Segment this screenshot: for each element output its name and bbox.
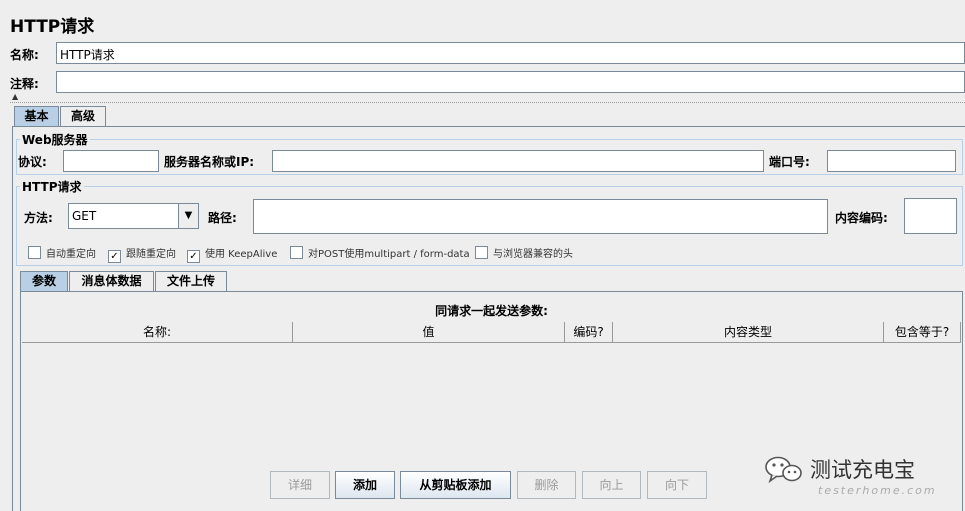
comment-field[interactable]	[56, 71, 965, 93]
parameters-caption: 同请求一起发送参数:	[435, 304, 548, 318]
column-header-content-type[interactable]: 内容类型	[613, 322, 884, 343]
path-label: 路径:	[208, 211, 237, 225]
checkbox-box	[475, 246, 488, 259]
keepalive-checkbox[interactable]: ✓ 使用 KeepAlive	[187, 245, 277, 263]
multipart-checkbox[interactable]: 对POST使用multipart / form-data	[290, 245, 470, 260]
check-icon: ✓	[108, 250, 121, 263]
tab-parameters[interactable]: 参数	[20, 271, 68, 291]
checkbox-box	[28, 246, 41, 259]
tab-body-data[interactable]: 消息体数据	[69, 271, 154, 291]
web-server-title: Web服务器	[20, 131, 90, 148]
tab-file-upload[interactable]: 文件上传	[155, 271, 227, 291]
column-header-encode[interactable]: 编码?	[565, 322, 613, 343]
checkbox-box	[290, 246, 303, 259]
server-field[interactable]	[272, 150, 764, 172]
method-value: GET	[72, 209, 97, 223]
watermark-brand: 测试充电宝	[810, 458, 915, 482]
server-label: 服务器名称或IP:	[164, 155, 255, 169]
add-button[interactable]: 添加	[335, 471, 395, 499]
panel-title: HTTP请求	[10, 17, 95, 37]
move-down-button[interactable]: 向下	[647, 471, 707, 499]
column-header-include-equals[interactable]: 包含等于?	[884, 322, 961, 343]
method-label: 方法:	[24, 211, 53, 225]
auto-redirect-checkbox[interactable]: 自动重定向	[28, 245, 96, 260]
check-icon: ✓	[187, 250, 200, 263]
wechat-icon	[765, 456, 802, 484]
encoding-field[interactable]	[904, 198, 957, 234]
name-field[interactable]: HTTP请求	[56, 42, 965, 64]
collapse-arrow-icon[interactable]: ▲	[12, 92, 18, 101]
column-header-name[interactable]: 名称:	[22, 322, 293, 343]
add-from-clipboard-button[interactable]: 从剪贴板添加	[400, 471, 511, 499]
port-field[interactable]	[827, 150, 956, 172]
name-label: 名称:	[10, 48, 39, 62]
delete-button[interactable]: 删除	[517, 471, 576, 499]
protocol-field[interactable]	[63, 150, 159, 172]
browser-headers-checkbox[interactable]: 与浏览器兼容的头	[475, 245, 573, 260]
port-label: 端口号:	[769, 155, 810, 169]
parameters-table	[22, 322, 961, 464]
follow-redirect-checkbox[interactable]: ✓ 跟随重定向	[108, 245, 176, 263]
watermark: 测试充电宝 testerhome.com	[764, 452, 964, 504]
comment-label: 注释:	[10, 77, 39, 91]
encoding-label: 内容编码:	[835, 211, 888, 225]
tab-advanced[interactable]: 高级	[60, 106, 106, 126]
detail-button[interactable]: 详细	[270, 471, 330, 499]
column-header-value[interactable]: 值	[293, 322, 565, 343]
http-request-title: HTTP请求	[20, 178, 84, 195]
dropdown-arrow-icon[interactable]: ▼	[178, 204, 198, 228]
splitter-handle[interactable]: ▲	[10, 92, 965, 103]
watermark-site: testerhome.com	[818, 484, 937, 497]
path-field[interactable]	[253, 199, 828, 234]
move-up-button[interactable]: 向上	[582, 471, 641, 499]
tab-basic[interactable]: 基本	[14, 106, 59, 126]
method-select[interactable]: GET ▼	[68, 203, 199, 229]
protocol-label: 协议:	[18, 155, 47, 169]
